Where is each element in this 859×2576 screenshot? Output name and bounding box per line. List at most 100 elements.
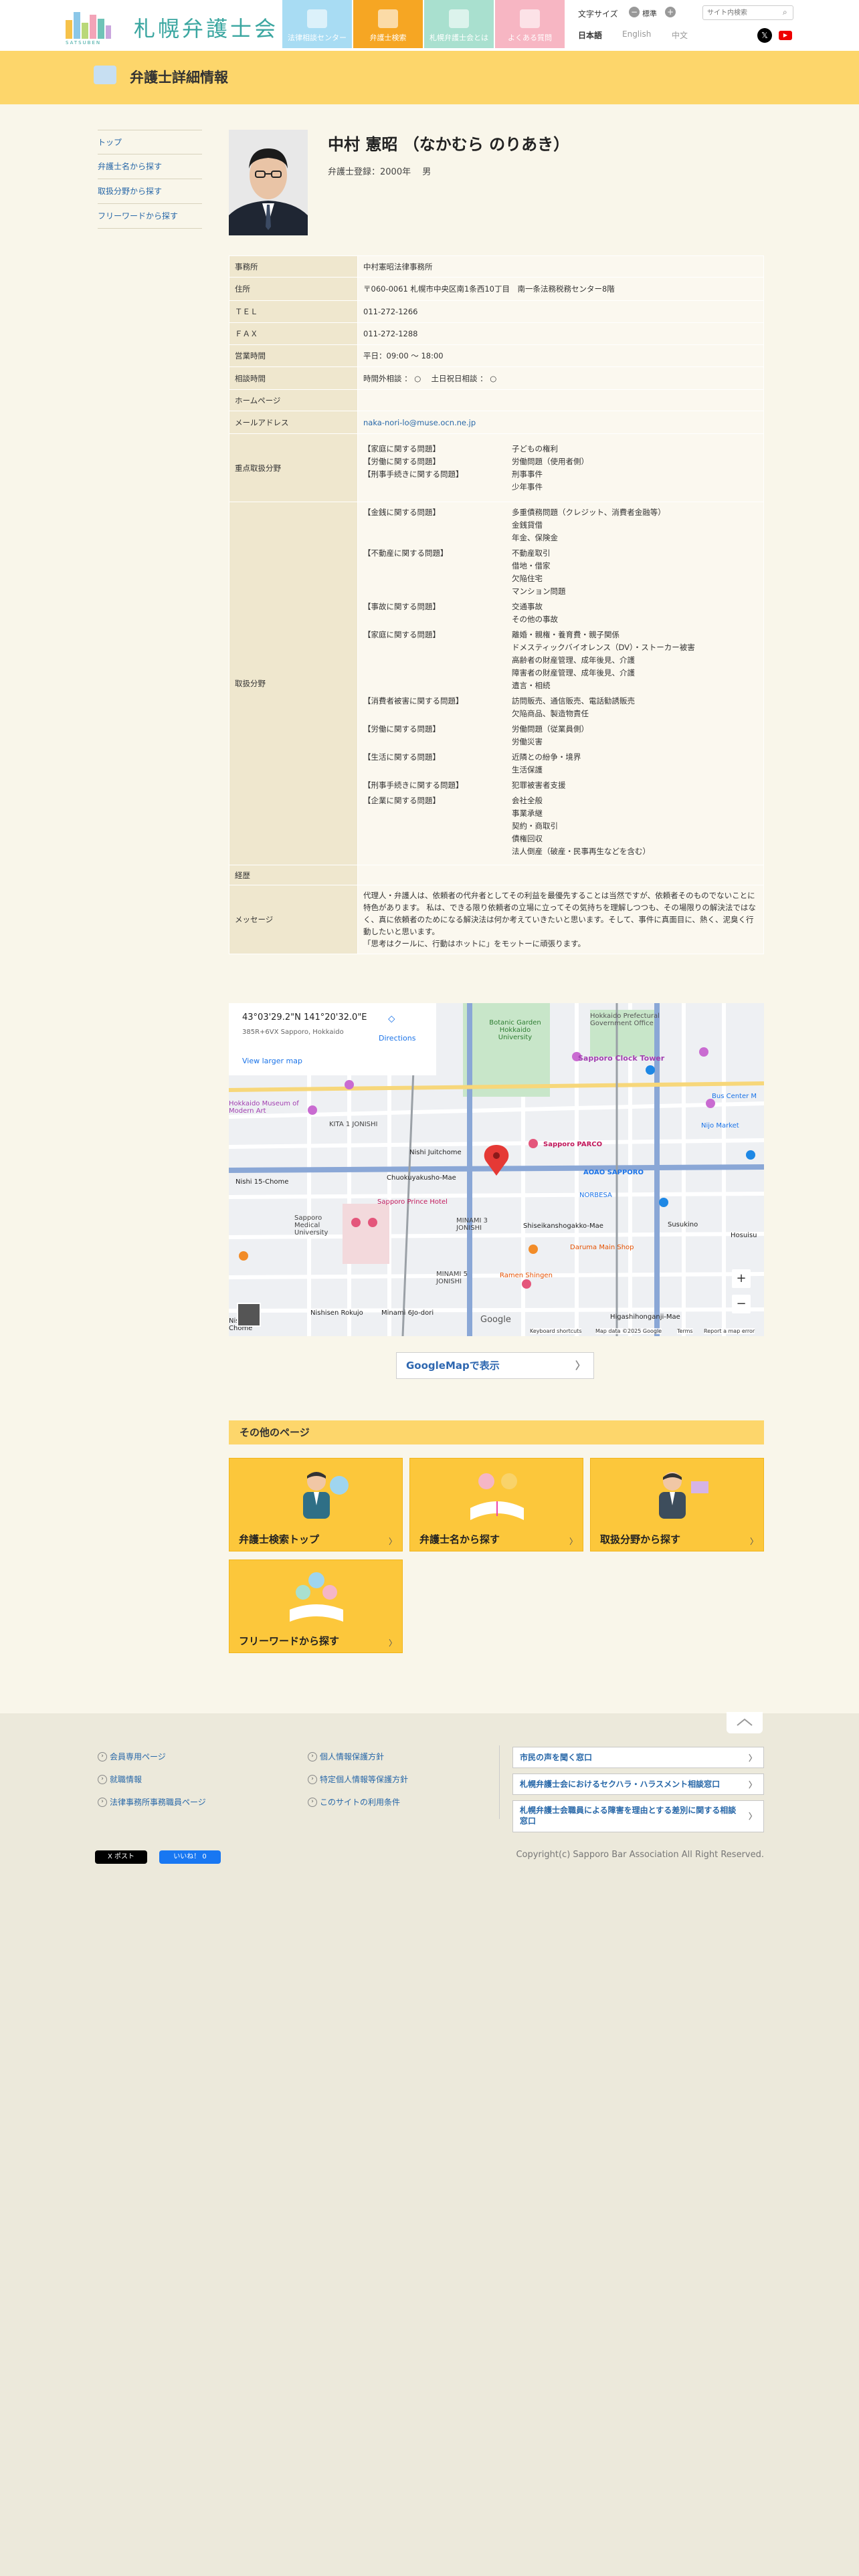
focus-group: 【労働に関する問題】 労働問題（使用者側） (363, 455, 758, 468)
site-logo-text[interactable]: 札幌弁護士会 (134, 12, 278, 43)
focus-group: 【刑事手続きに関する問題】 刑事事件 少年事件 (363, 468, 758, 494)
site-search-input[interactable] (702, 5, 793, 20)
map-coords: 43°03'29.2"N 141°20'32.0"E (242, 1012, 367, 1023)
sidebar: トップ 弁護士名から探す 取扱分野から探す フリーワードから探す (98, 130, 202, 229)
chevron-right-icon: 〉 (388, 1638, 397, 1648)
footer-link-staff[interactable]: 法律事務所事務職員ページ (98, 1791, 206, 1814)
map-report-error-link[interactable]: Report a map error (704, 1328, 755, 1334)
freeword-book-icon (290, 1572, 343, 1622)
email-link[interactable]: naka-nori-lo@muse.ocn.ne.jp (363, 418, 476, 427)
footer-box-harassment[interactable]: 札幌弁護士会におけるセクハラ・ハラスメント相談窓口 〉 (512, 1774, 764, 1795)
copyright: Copyright(c) Sapporo Bar Association All… (516, 1850, 764, 1860)
sidebar-item-top[interactable]: トップ (98, 130, 202, 154)
map-label: Sapporo Prince Hotel (377, 1198, 448, 1206)
focus-label: 重点取扱分野 (229, 433, 358, 502)
chevron-right-icon: 〉 (749, 1537, 758, 1546)
footer-divider (499, 1745, 500, 1819)
nav-label: よくある質問 (508, 33, 552, 42)
lawyer-info-table: 事務所 中村憲昭法律事務所 住所 〒060-0061 札幌市中央区南1条西10丁目 … (229, 255, 764, 954)
field-group: 【事故に関する問題】 交通事故 その他の事故 (363, 601, 758, 626)
search-icon[interactable]: ⌕ (783, 7, 787, 17)
lang-english[interactable]: English (622, 29, 651, 39)
map-label: Sapporo PARCO (543, 1141, 603, 1148)
field-item: 事業承継 (512, 809, 543, 818)
page-top-button[interactable] (727, 1712, 763, 1733)
nav-legal-consultation[interactable]: 法律相談センター (282, 0, 352, 48)
hours-label: 営業時間 (229, 344, 358, 367)
field-item: 障害者の財産管理、成年後見、介護 (512, 668, 635, 677)
map-layers-thumbnail[interactable] (237, 1303, 261, 1327)
sidebar-item-by-name[interactable]: 弁護士名から探す (98, 154, 202, 179)
consultation-icon (307, 9, 327, 28)
office-value: 中村憲昭法律事務所 (357, 255, 764, 278)
lawyer-photo (229, 130, 308, 235)
map-label: Hokkaido Museum of Modern Art (229, 1100, 299, 1115)
facebook-like-button[interactable]: いいね！ 0 (159, 1850, 221, 1864)
site-footer: 会員専用ページ 就職情報 法律事務所事務職員ページ 個人情報保護方針 特定個人情… (0, 1712, 859, 2576)
nav-faq[interactable]: よくある質問 (495, 0, 565, 48)
homepage-label: ホームページ (229, 389, 358, 411)
card-search-by-name[interactable]: 弁護士名から探す 〉 (409, 1458, 583, 1551)
zoom-in-button[interactable]: + (732, 1269, 751, 1288)
footer-box-disability[interactable]: 札幌弁護士会職員による障害を理由とする差別に関する相談窓口 〉 (512, 1800, 764, 1832)
card-freeword-search[interactable]: フリーワードから探す 〉 (229, 1560, 403, 1653)
footer-link-privacy[interactable]: 個人情報保護方針 (308, 1745, 408, 1768)
x-icon[interactable]: 𝕏 (757, 28, 772, 43)
email-label: メールアドレス (229, 411, 358, 434)
card-label: 弁護士名から探す (419, 1533, 500, 1545)
field-group: 【生活に関する問題】 近隣との紛争・境界 生活保護 (363, 751, 758, 776)
sidebar-item-by-field[interactable]: 取扱分野から探す (98, 179, 202, 204)
map-terms-link[interactable]: Terms (677, 1328, 693, 1334)
youtube-icon[interactable]: ▶ (779, 31, 792, 40)
card-search-by-field[interactable]: 取扱分野から探す 〉 (590, 1458, 764, 1551)
lang-chinese[interactable]: 中文 (672, 29, 688, 41)
sidebar-item-freeword[interactable]: フリーワードから探す (98, 204, 202, 229)
font-increase-button[interactable]: + (665, 7, 676, 17)
footer-box-label: 札幌弁護士会におけるセクハラ・ハラスメント相談窓口 (520, 1780, 721, 1789)
focus-list: 【家庭に関する問題】 子どもの権利 【労働に関する問題】 労働問題（使用者側） 【刑… (357, 433, 764, 502)
footer-link-members[interactable]: 会員専用ページ (98, 1745, 206, 1768)
field-category: 【事故に関する問題】 (363, 602, 440, 611)
googlemap-button[interactable]: GoogleMapで表示 〉 (396, 1352, 594, 1379)
nav-lawyer-search[interactable]: 弁護士検索 (353, 0, 423, 48)
footer-link-terms[interactable]: このサイトの利用条件 (308, 1791, 408, 1814)
zoom-out-button[interactable]: − (732, 1295, 751, 1313)
message-label: メッセージ (229, 885, 358, 954)
focus-category: 【家庭に関する問題】 (363, 443, 440, 453)
field-item: 欠陥商品、製造物責任 (512, 709, 589, 718)
google-map[interactable]: 43°03'29.2"N 141°20'32.0"E 385R+6VX Sapp… (229, 1003, 764, 1336)
directions-icon[interactable]: ⬦ (388, 1012, 395, 1025)
other-pages-heading: その他のページ (229, 1420, 764, 1444)
field-item: 契約・商取引 (512, 821, 558, 831)
field-group: 【労働に関する問題】 労働問題（従業員側） 労働災害 (363, 723, 758, 748)
hours-value: 平日：09:00 ～ 18:00 (357, 344, 764, 367)
field-category: 【家庭に関する問題】 (363, 630, 440, 639)
font-decrease-button[interactable]: − (629, 7, 640, 17)
field-item: 労働災害 (512, 737, 543, 746)
footer-links-2: 個人情報保護方針 特定個人情報等保護方針 このサイトの利用条件 (308, 1745, 408, 1814)
x-post-button[interactable]: X ポスト (95, 1850, 147, 1864)
chevron-right-icon: 〉 (388, 1537, 397, 1546)
career-label: 経歴 (229, 865, 358, 885)
field-category: 【金銭に関する問題】 (363, 508, 440, 517)
homepage-value[interactable] (357, 389, 764, 411)
scales-icon (449, 9, 469, 28)
footer-link-jobs[interactable]: 就職情報 (98, 1768, 206, 1791)
map-keyboard-shortcuts[interactable]: Keyboard shortcuts (530, 1328, 582, 1334)
field-group: 【消費者被害に関する問題】 訪問販売、通信販売、電話勧誘販売 欠陥商品、製造物責任 (363, 695, 758, 720)
lang-japanese[interactable]: 日本語 (578, 29, 602, 41)
map-canvas (229, 1003, 764, 1336)
office-label: 事務所 (229, 255, 358, 278)
map-larger-link[interactable]: View larger map (242, 1057, 302, 1065)
map-directions-link[interactable]: Directions (379, 1034, 415, 1043)
footer-box-citizen-voice[interactable]: 市民の声を聞く窓口 〉 (512, 1747, 764, 1768)
logo-icon[interactable] (64, 8, 112, 41)
footer-link-specific-privacy[interactable]: 特定個人情報等保護方針 (308, 1768, 408, 1791)
card-lawyer-search-top[interactable]: 弁護士検索トップ 〉 (229, 1458, 403, 1551)
google-logo: Google (480, 1315, 511, 1325)
field-group: 【刑事手続きに関する問題】 犯罪被害者支援 (363, 779, 758, 792)
field-item: 労働問題（従業員側） (512, 724, 589, 734)
nav-label: 札幌弁護士会とは (430, 33, 488, 42)
nav-about[interactable]: 札幌弁護士会とは (424, 0, 494, 48)
field-item: 借地・借家 (512, 561, 551, 570)
